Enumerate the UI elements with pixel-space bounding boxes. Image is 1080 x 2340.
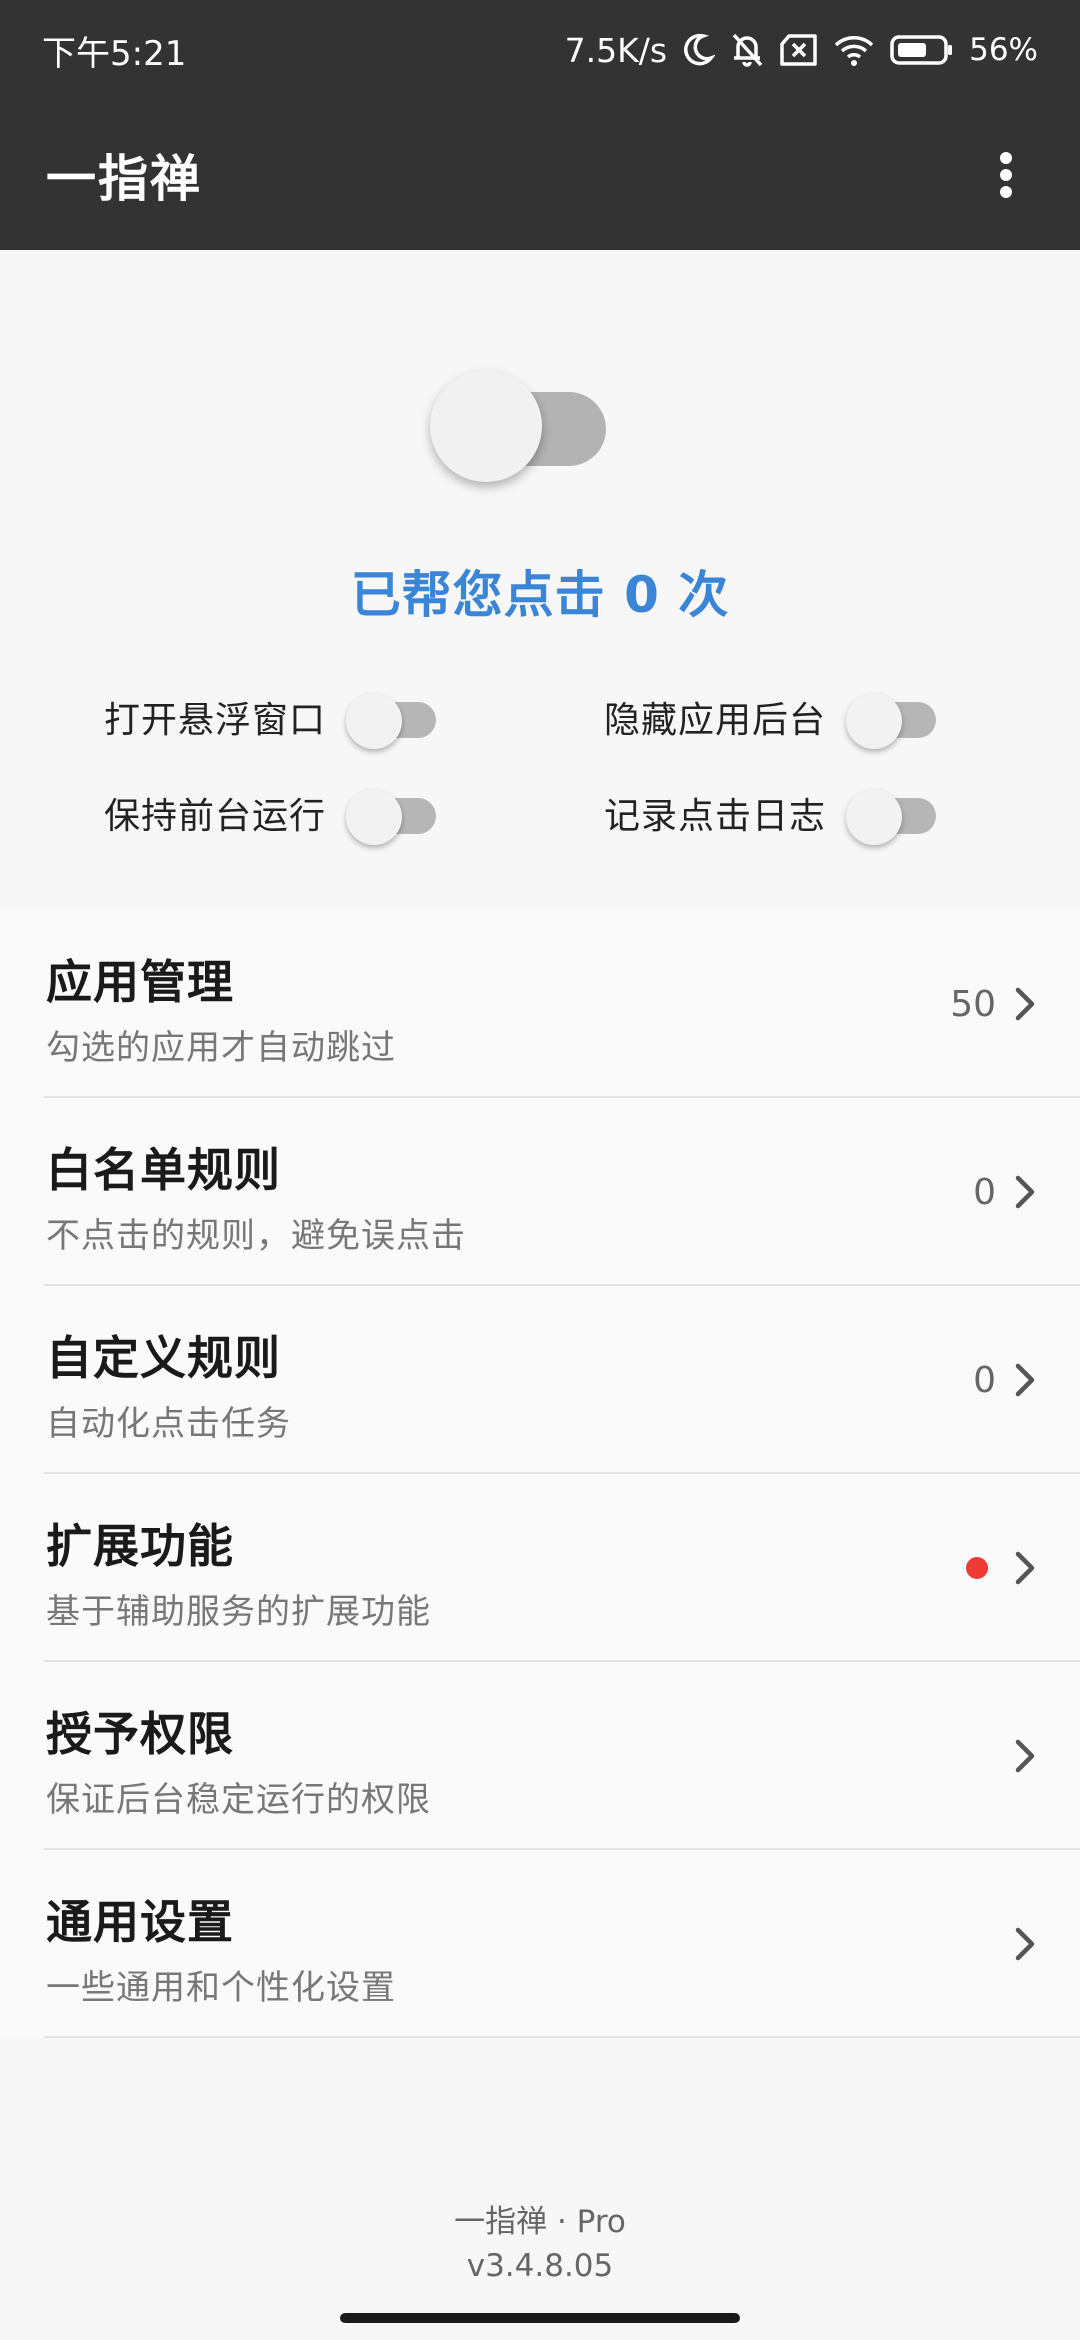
menu-item-title: 授予权限 [46,1707,234,1761]
settings-menu: 应用管理 勾选的应用才自动跳过 50 白名单规则 不点击的规则，避免误点击 0 … [0,910,1080,2038]
menu-item-whitelist-rules[interactable]: 白名单规则 不点击的规则，避免误点击 0 [0,1098,1080,1286]
menu-item-title: 自定义规则 [46,1331,281,1385]
option-label: 打开悬浮窗口 [104,700,327,741]
home-indicator[interactable] [340,2313,740,2323]
chevron-right-icon [1015,987,1035,1021]
menu-item-title: 白名单规则 [46,1143,281,1197]
option-click-log: 记录点击日志 [604,778,938,848]
battery-percent: 56% [969,32,1038,68]
menu-item-permissions[interactable]: 授予权限 保证后台稳定运行的权限 [0,1662,1080,1850]
control-panel: 已帮您点击 0 次 打开悬浮窗口 隐藏应用后台 保持前台运行 记录点击日志 [0,250,1080,880]
chevron-right-icon [1015,1927,1035,1961]
footer-version: v3.4.8.05 [466,2248,614,2284]
toggle-thumb [346,693,403,749]
option-label: 保持前台运行 [104,796,327,837]
app-title: 一指禅 [46,150,202,208]
option-label: 隐藏应用后台 [604,700,827,741]
keep-foreground-toggle[interactable] [346,783,438,845]
option-floating-window: 打开悬浮窗口 [104,682,438,752]
option-hide-recents: 隐藏应用后台 [604,682,938,752]
status-time: 下午5:21 [42,33,187,74]
menu-item-subtitle: 保证后台稳定运行的权限 [46,1780,431,1820]
chevron-right-icon [1015,1363,1035,1397]
bell-off-icon [729,31,765,69]
footer-app-name: 一指禅 · Pro [454,2204,626,2240]
divider [44,2036,1080,2038]
menu-item-general-settings[interactable]: 通用设置 一些通用和个性化设置 [0,1850,1080,2038]
chevron-right-icon [1015,1175,1035,1209]
footer: 一指禅 · Pro v3.4.8.05 [0,2200,1080,2288]
menu-item-subtitle: 勾选的应用才自动跳过 [46,1028,396,1068]
new-badge-dot [966,1557,988,1579]
sim-error-icon [779,33,819,67]
menu-item-app-management[interactable]: 应用管理 勾选的应用才自动跳过 50 [0,910,1080,1098]
master-toggle[interactable] [430,370,610,482]
menu-item-subtitle: 不点击的规则，避免误点击 [46,1216,466,1256]
option-label: 记录点击日志 [604,796,827,837]
menu-item-extensions[interactable]: 扩展功能 基于辅助服务的扩展功能 [0,1474,1080,1662]
menu-item-custom-rules[interactable]: 自定义规则 自动化点击任务 0 [0,1286,1080,1474]
menu-item-title: 通用设置 [46,1895,234,1949]
more-vertical-icon[interactable] [976,130,1036,220]
wifi-icon [833,33,875,67]
net-speed: 7.5K/s [564,30,668,70]
menu-item-subtitle: 一些通用和个性化设置 [46,1968,396,2008]
menu-item-subtitle: 自动化点击任务 [46,1404,291,1444]
menu-item-title: 应用管理 [46,955,234,1009]
option-keep-foreground: 保持前台运行 [104,778,438,848]
app-bar: 一指禅 [0,100,1080,250]
hide-recents-toggle[interactable] [846,687,938,749]
click-log-toggle[interactable] [846,783,938,845]
toggle-thumb [346,789,403,845]
floating-window-toggle[interactable] [346,687,438,749]
status-icons: 7.5K/s 56% [565,31,1038,70]
menu-item-count: 0 [973,1171,996,1213]
menu-item-count: 50 [950,983,996,1025]
moon-icon [681,32,716,68]
toggle-thumb [846,693,903,749]
chevron-right-icon [1015,1739,1035,1773]
battery-icon [889,33,955,67]
toggle-thumb [846,789,903,845]
master-toggle-thumb [430,370,542,482]
status-bar: 下午5:21 7.5K/s 56% [0,0,1080,100]
menu-item-title: 扩展功能 [46,1519,234,1573]
menu-item-subtitle: 基于辅助服务的扩展功能 [46,1592,431,1632]
menu-item-count: 0 [973,1359,996,1401]
clicks-counter: 已帮您点击 0 次 [350,566,730,624]
chevron-right-icon [1015,1551,1035,1585]
